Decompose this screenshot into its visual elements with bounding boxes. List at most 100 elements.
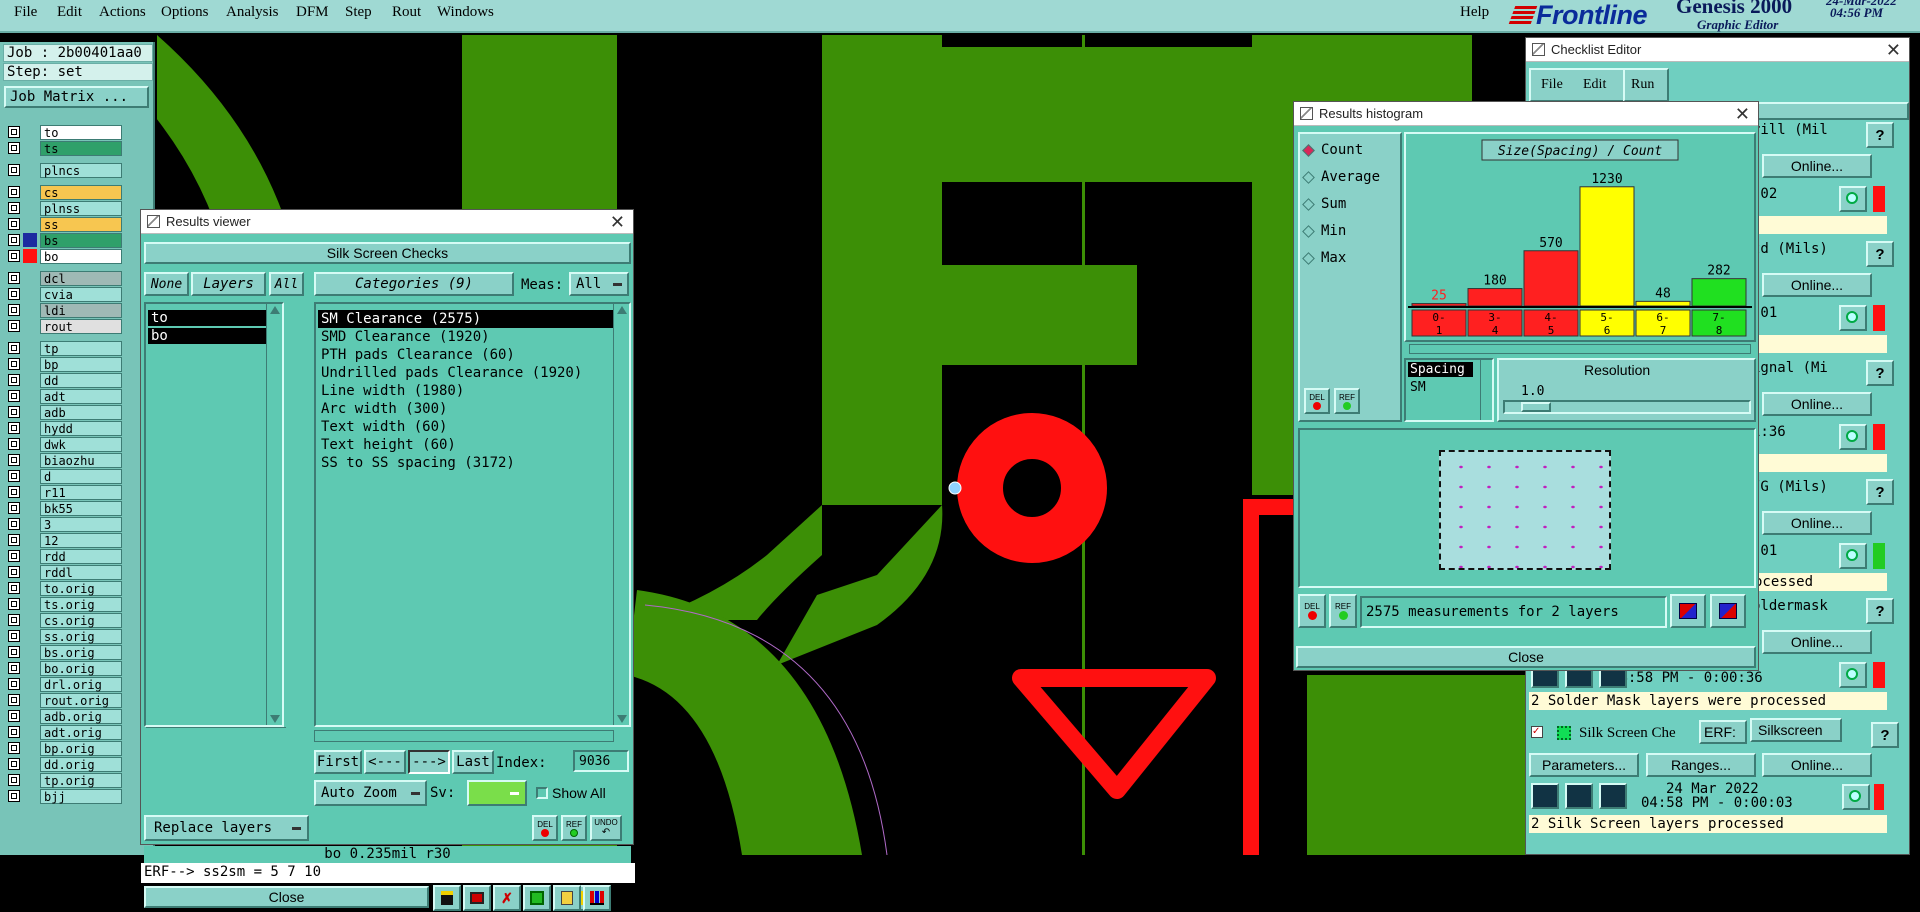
layer-name[interactable]: bk55 [40,500,122,516]
layer-checkbox[interactable] [8,486,20,498]
layer-name[interactable]: rout [40,318,122,334]
layer-color-swatch[interactable] [23,287,37,301]
checklist-menu-file[interactable]: File [1541,77,1563,93]
layer-name[interactable]: dwk [40,436,122,452]
layer-name[interactable]: biaozhu [40,452,122,468]
layer-name[interactable]: ss.orig [40,628,122,644]
layer-row[interactable]: adt.orig [8,724,122,740]
layer-color-swatch[interactable] [23,693,37,707]
layer-name[interactable]: adb.orig [40,708,122,724]
meas-dropdown[interactable]: All [569,272,629,296]
layer-name[interactable]: ss [40,216,122,232]
menu-rout[interactable]: Rout [392,4,421,21]
prev-button[interactable]: <--- [364,750,406,774]
layer-name[interactable]: d [40,468,122,484]
layer-color-swatch[interactable] [23,319,37,333]
menu-options[interactable]: Options [161,4,209,21]
index-field[interactable]: 9036 [573,750,629,772]
silk-zoom-button[interactable] [1842,784,1870,810]
layer-row[interactable]: rddl [8,564,122,580]
auto-zoom-dropdown[interactable]: Auto Zoom [314,780,427,806]
layer-row[interactable]: cs.orig [8,612,122,628]
layer-name[interactable]: rout.orig [40,692,122,708]
layer-row[interactable]: bjj [8,788,122,804]
resolution-slider-thumb[interactable] [1521,402,1551,412]
next-button[interactable]: ---> [408,750,450,774]
close-icon[interactable]: ✕ [610,212,625,233]
layer-color-swatch[interactable] [23,217,37,231]
layer-checkbox[interactable] [8,550,20,562]
layer-checkbox[interactable] [8,758,20,770]
layer-color-swatch[interactable] [23,185,37,199]
layer-color-swatch[interactable] [23,405,37,419]
layer-name[interactable]: dcl [40,270,122,286]
layer-color-swatch[interactable] [23,661,37,675]
layer-checkbox[interactable] [8,438,20,450]
menu-step[interactable]: Step [345,4,372,21]
silk-erf-value[interactable]: Silkscreen [1750,718,1842,742]
layer-color-swatch[interactable] [23,565,37,579]
checklist-menu-edit[interactable]: Edit [1583,77,1606,93]
mode-radio-max[interactable]: Max [1302,248,1346,268]
layer-color-swatch[interactable] [23,201,37,215]
layer-checkbox[interactable] [8,218,20,230]
layer-name[interactable]: tp.orig [40,772,122,788]
layer-name[interactable]: ts.orig [40,596,122,612]
layer-row[interactable]: biaozhu [8,452,122,468]
results-viewer-titlebar[interactable]: Results viewer ✕ [141,210,633,234]
layer-name[interactable]: dd [40,372,122,388]
result-layer-item[interactable]: bo [148,328,266,344]
layer-color-swatch[interactable] [23,757,37,771]
layer-checkbox[interactable] [8,710,20,722]
erase-tool-icon[interactable] [463,885,491,911]
none-button[interactable]: None [144,272,189,296]
hist-del-button[interactable]: DEL [1304,388,1330,414]
layer-name[interactable]: bp.orig [40,740,122,756]
layer-color-swatch[interactable] [23,341,37,355]
layer-color-swatch[interactable] [23,233,37,247]
layer-color-swatch[interactable] [23,629,37,643]
check-online-button[interactable]: Online... [1762,154,1872,178]
layer-color-swatch[interactable] [23,141,37,155]
category-item[interactable]: SMD Clearance (1920) [318,328,613,346]
layer-color-swatch[interactable] [23,773,37,787]
layer-row[interactable]: plncs [8,162,122,178]
check-online-button[interactable]: Online... [1762,392,1872,416]
layer-checkbox[interactable] [8,142,20,154]
layer-color-swatch[interactable] [23,709,37,723]
layer-name[interactable]: bs [40,232,122,248]
resolution-slider[interactable] [1503,400,1751,414]
report-tool-icon[interactable] [553,885,581,911]
histogram-titlebar[interactable]: Results histogram ✕ [1294,102,1758,126]
pointer-tool-icon[interactable] [433,885,461,911]
hist-del-button-2[interactable]: DEL [1298,594,1326,628]
layer-row[interactable]: adb.orig [8,708,122,724]
undo-button[interactable]: UNDO ↶ [590,815,622,841]
layer-color-swatch[interactable] [23,125,37,139]
layer-color-swatch[interactable] [23,581,37,595]
layer-name[interactable]: adb [40,404,122,420]
layer-name[interactable]: ts [40,140,122,156]
layer-row[interactable]: bo [8,248,122,264]
layer-color-swatch[interactable] [23,163,37,177]
layer-color-swatch[interactable] [23,421,37,435]
first-button[interactable]: First [314,750,362,774]
check-online-button[interactable]: Online... [1762,511,1872,535]
job-matrix-button[interactable]: Job Matrix ... [4,86,149,108]
close-icon[interactable]: ✕ [1735,104,1750,125]
silk-ranges-button[interactable]: Ranges... [1646,753,1756,777]
layer-checkbox[interactable] [8,662,20,674]
layer-row[interactable]: rout.orig [8,692,122,708]
silk-online-button[interactable]: Online... [1762,753,1872,777]
check-online-button[interactable]: Online... [1762,273,1872,297]
layers-button[interactable]: Layers [191,272,266,296]
category-item[interactable]: Text height (60) [318,436,613,454]
check-zoom-button[interactable] [1839,424,1867,450]
layer-checkbox[interactable] [8,320,20,332]
histogram-tool-icon[interactable] [583,885,611,911]
check-help-button[interactable]: ? [1866,360,1894,386]
layer-name[interactable]: adt.orig [40,724,122,740]
layer-row[interactable]: bp [8,356,122,372]
layer-row[interactable]: ts [8,140,122,156]
layer-name[interactable]: ldi [40,302,122,318]
